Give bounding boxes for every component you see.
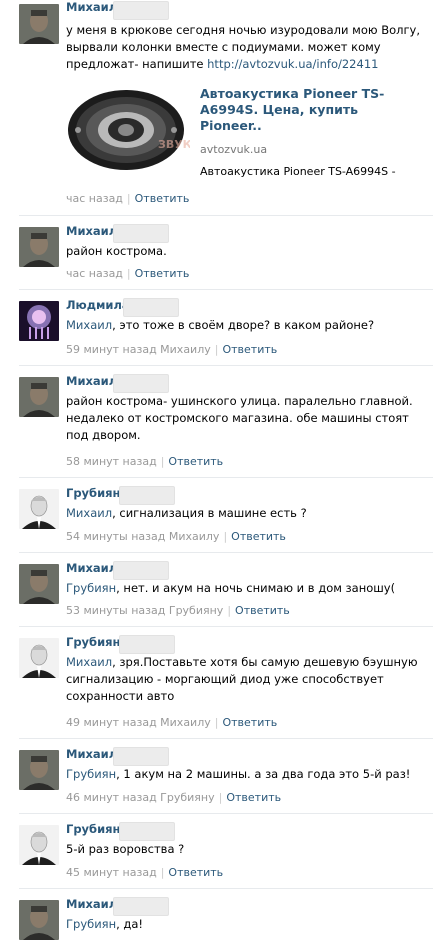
avatar-lyudmila[interactable]	[19, 301, 59, 341]
meta-separator: |	[227, 604, 232, 617]
mention-link[interactable]: Михаил	[66, 318, 112, 332]
comment-meta: 54 минуты назад Михаилу | Ответить	[66, 530, 286, 543]
comment-text: Грубиян, 1 акум на 2 машины. а за два го…	[66, 767, 411, 781]
comment-time[interactable]: 59 минут назад Михаилу	[66, 343, 211, 356]
avatar-mikhail[interactable]	[19, 227, 59, 267]
comment-meta: 59 минут назад Михаилу | Ответить	[66, 343, 277, 356]
snippet-description: Автоакустика Pioneer TS-A6994S -	[200, 165, 396, 178]
comment-text: район кострома- ушинского улица. паралел…	[66, 394, 413, 442]
avatar-grubiyan[interactable]	[19, 825, 59, 865]
comment-time[interactable]: 45 минут назад	[66, 866, 157, 879]
divider	[19, 813, 433, 814]
divider	[19, 888, 433, 889]
reply-link[interactable]: Ответить	[231, 530, 286, 543]
reply-link[interactable]: Ответить	[226, 791, 281, 804]
meta-separator: |	[214, 716, 219, 729]
redacted-surname	[113, 1, 169, 20]
author-name[interactable]: Михаил	[66, 747, 117, 761]
avatar-mikhail[interactable]	[19, 377, 59, 417]
redacted-surname	[113, 374, 169, 393]
avatar-mikhail[interactable]	[19, 4, 59, 44]
reply-link[interactable]: Ответить	[135, 267, 190, 280]
comment-time[interactable]: час назад	[66, 192, 123, 205]
comment-text: Михаил, зря.Поставьте хотя бы самую деше…	[66, 655, 418, 703]
author-name[interactable]: Грубиян	[66, 635, 120, 649]
avatar-mikhail[interactable]	[19, 564, 59, 604]
divider	[19, 289, 433, 290]
mention-link[interactable]: Грубиян	[66, 581, 116, 595]
divider	[19, 215, 433, 216]
author-name[interactable]: Людмила	[66, 298, 130, 312]
meta-separator: |	[214, 343, 219, 356]
meta-separator: |	[218, 791, 223, 804]
comment-text: 5-й раз воровства ?	[66, 842, 185, 856]
mention-link[interactable]: Грубиян	[66, 917, 116, 931]
reply-link[interactable]: Ответить	[168, 455, 223, 468]
speaker-image[interactable]: ЗВУК	[66, 80, 192, 180]
mention-link[interactable]: Михаил	[66, 655, 112, 669]
comment-meta: час назад | Ответить	[66, 192, 189, 205]
reply-link[interactable]: Ответить	[168, 866, 223, 879]
comment-text: Михаил, сигнализация в машине есть ?	[66, 506, 307, 520]
comment-time[interactable]: 49 минут назад Михаилу	[66, 716, 211, 729]
comment-text: у меня в крюкове сегодня ночью изуродова…	[66, 23, 420, 71]
author-name[interactable]: Грубиян	[66, 486, 120, 500]
author-name[interactable]: Михаил	[66, 374, 117, 388]
reply-link[interactable]: Ответить	[235, 604, 290, 617]
redacted-surname	[113, 747, 169, 766]
redacted-surname	[119, 635, 175, 654]
meta-separator: |	[126, 267, 131, 280]
avatar-mikhail[interactable]	[19, 750, 59, 790]
comment-meta: 58 минут назад | Ответить	[66, 455, 223, 468]
comment-text: Михаил, это тоже в своём дворе? в каком …	[66, 318, 375, 332]
avatar-mikhail[interactable]	[19, 900, 59, 940]
snippet-title[interactable]: Автоакустика Pioneer TS-A6994S. Цена, ку…	[200, 86, 400, 134]
meta-separator: |	[160, 455, 165, 468]
meta-separator: |	[126, 192, 131, 205]
redacted-surname	[113, 561, 169, 580]
divider	[19, 365, 433, 366]
comment-time[interactable]: 58 минут назад	[66, 455, 157, 468]
svg-text:ЗВУК: ЗВУК	[158, 138, 190, 151]
snippet-domain: avtozvuk.ua	[200, 143, 268, 156]
comment-meta: 49 минут назад Михаилу | Ответить	[66, 716, 277, 729]
mention-link[interactable]: Михаил	[66, 506, 112, 520]
comment-time[interactable]: час назад	[66, 267, 123, 280]
comment-meta: час назад | Ответить	[66, 267, 189, 280]
author-name[interactable]: Михаил	[66, 561, 117, 575]
reply-link[interactable]: Ответить	[135, 192, 190, 205]
comment-text: Грубиян, нет. и акум на ночь снимаю и в …	[66, 581, 396, 595]
reply-link[interactable]: Ответить	[222, 716, 277, 729]
external-link[interactable]: http://avtozvuk.ua/info/22411	[207, 57, 378, 71]
comment-time[interactable]: 46 минут назад Грубияну	[66, 791, 215, 804]
avatar-grubiyan[interactable]	[19, 489, 59, 529]
comment-meta: 53 минуты назад Грубияну | Ответить	[66, 604, 290, 617]
redacted-surname	[113, 897, 169, 916]
author-name[interactable]: Михаил	[66, 0, 117, 14]
comment-meta: 46 минут назад Грубияну | Ответить	[66, 791, 281, 804]
comment-time[interactable]: 53 минуты назад Грубияну	[66, 604, 223, 617]
divider	[19, 477, 433, 478]
mention-link[interactable]: Грубиян	[66, 767, 116, 781]
redacted-surname	[113, 224, 169, 243]
redacted-surname	[123, 298, 179, 317]
divider	[19, 738, 433, 739]
author-name[interactable]: Грубиян	[66, 822, 120, 836]
meta-separator: |	[160, 866, 165, 879]
redacted-surname	[119, 486, 175, 505]
comment-meta: 45 минут назад | Ответить	[66, 866, 223, 879]
divider	[19, 626, 433, 627]
redacted-surname	[119, 822, 175, 841]
divider	[19, 552, 433, 553]
author-name[interactable]: Михаил	[66, 224, 117, 238]
comment-text: Грубиян, да!	[66, 917, 144, 931]
comment-time[interactable]: 54 минуты назад Михаилу	[66, 530, 219, 543]
author-name[interactable]: Михаил	[66, 897, 117, 911]
reply-link[interactable]: Ответить	[222, 343, 277, 356]
avatar-grubiyan[interactable]	[19, 638, 59, 678]
comment-text: район кострома.	[66, 244, 167, 258]
meta-separator: |	[223, 530, 228, 543]
